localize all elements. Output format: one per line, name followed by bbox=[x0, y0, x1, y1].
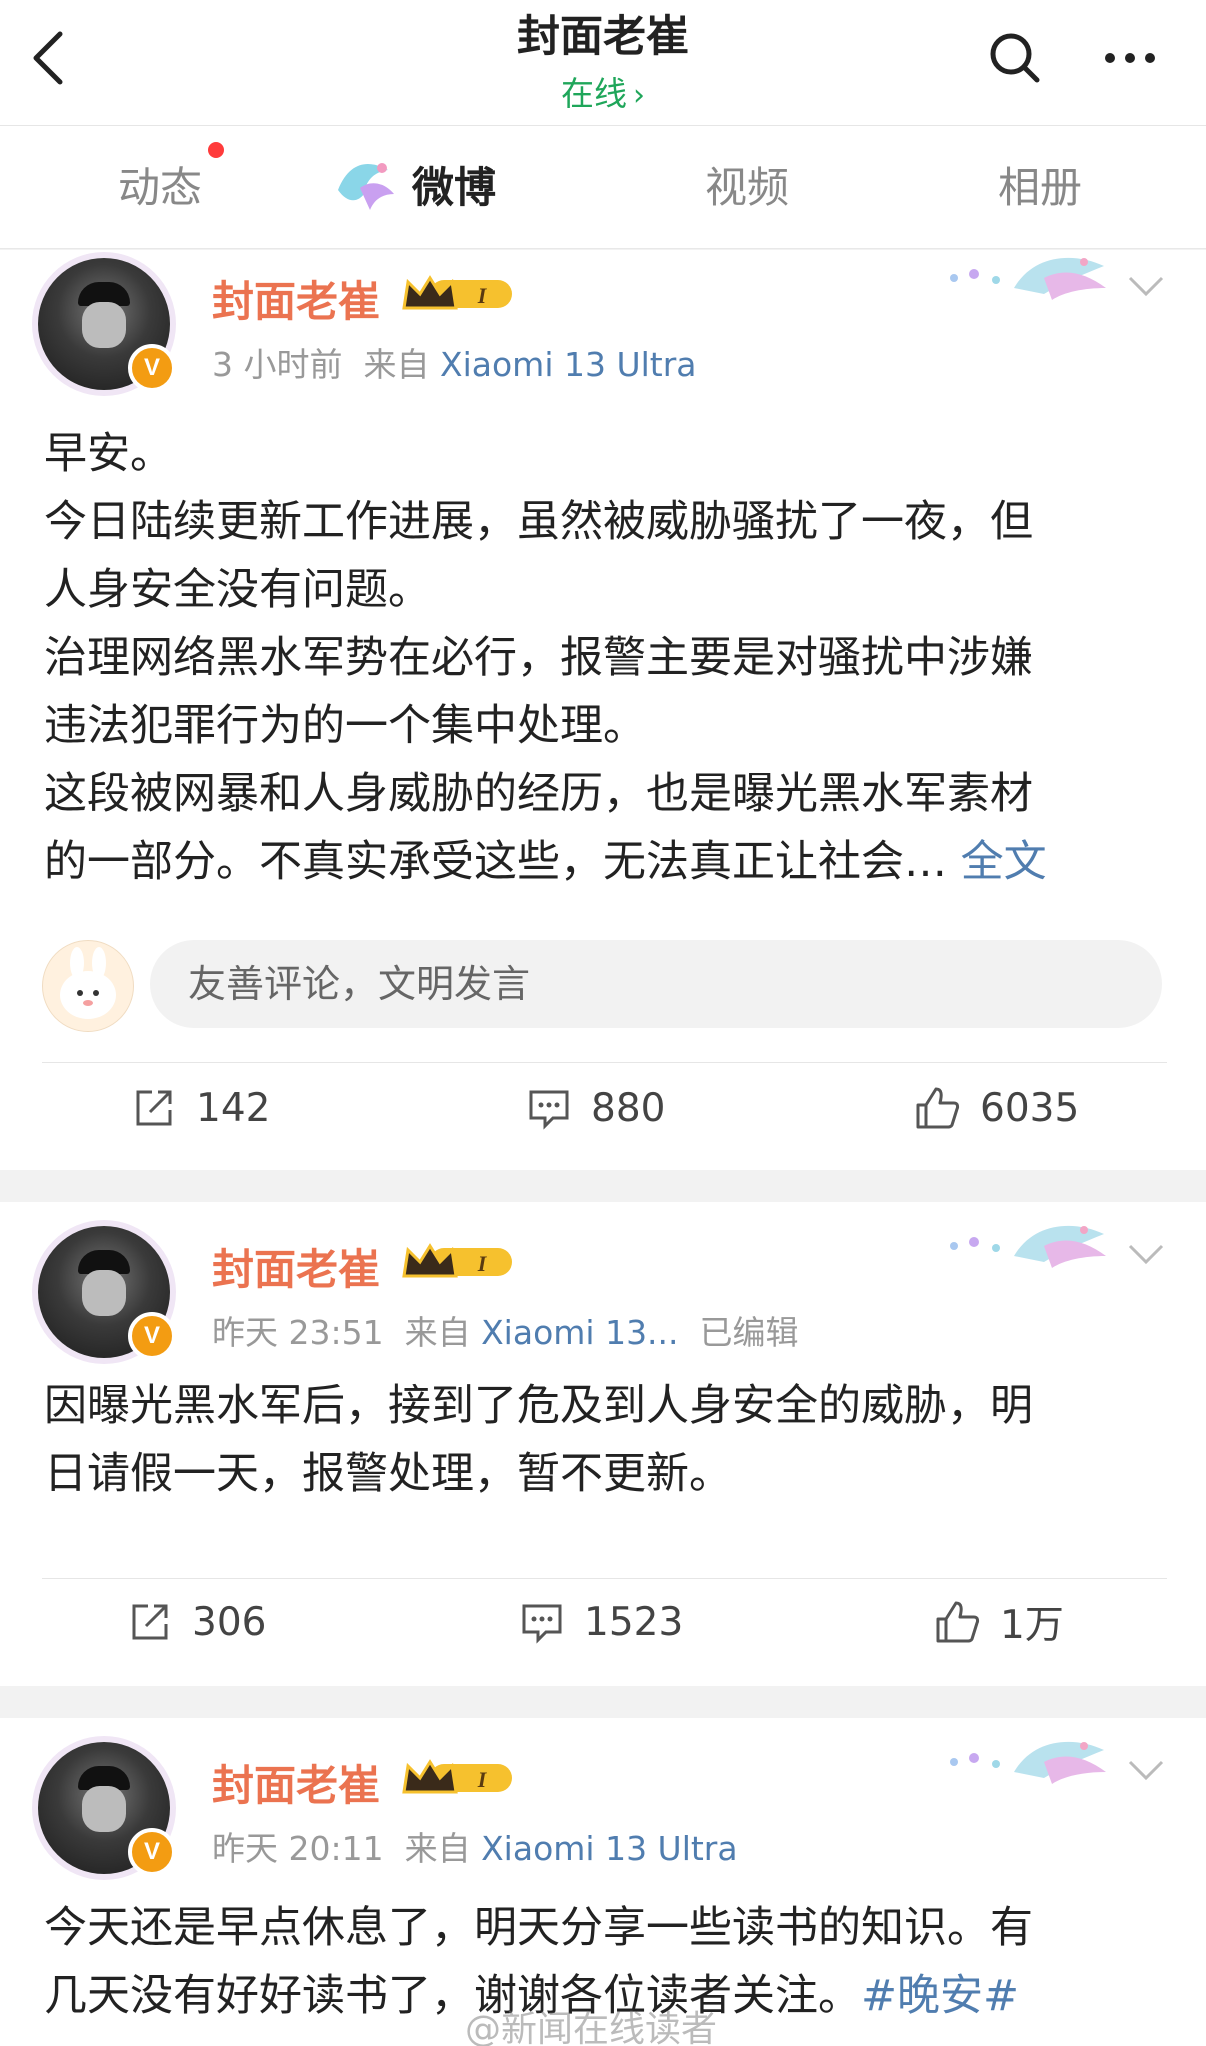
level-crown-badge-icon: I bbox=[402, 1243, 512, 1278]
watermark-text: @新闻在线读者 bbox=[465, 2009, 718, 2046]
source-prefix: 来自 bbox=[404, 1313, 471, 1352]
like-icon bbox=[916, 1087, 960, 1129]
repost-button[interactable]: 142 bbox=[132, 1080, 270, 1136]
post-text-line: 治理网络黑水军势在必行，报警主要是对骚扰中涉嫌 bbox=[44, 633, 1033, 683]
hashtag-link[interactable]: #晚安# bbox=[861, 1971, 1019, 2021]
like-count: 6035 bbox=[980, 1085, 1080, 1131]
source-prefix: 来自 bbox=[363, 345, 430, 384]
chevron-right-icon: › bbox=[633, 78, 645, 113]
post-text: 早安。 今日陆续更新工作进展，虽然被威胁骚扰了一夜，但 人身安全没有问题。 治理… bbox=[44, 420, 1169, 896]
post-source[interactable]: Xiaomi 13 Ultra bbox=[440, 345, 697, 384]
post-text-line: 早安。 bbox=[44, 429, 173, 479]
card-decoration-icon bbox=[950, 1225, 1106, 1268]
post-text-line: 几天没有好好读书了，谢谢各位读者关注。 bbox=[44, 1971, 861, 2021]
profile-tabs: 动态 微博 视频 相册 bbox=[0, 126, 1206, 249]
comment-count: 1523 bbox=[584, 1599, 684, 1645]
level-crown-badge-icon: I bbox=[402, 1759, 512, 1794]
comment-icon bbox=[522, 1604, 562, 1644]
post-time: 昨天 23:51 bbox=[212, 1313, 384, 1352]
tab-dynamic[interactable]: 动态 bbox=[118, 154, 202, 215]
post-time: 昨天 20:11 bbox=[212, 1829, 384, 1868]
post-card: V 封面老崔 I 昨天 23:51 来自 Xiaomi 13... 已编辑 因曝… bbox=[0, 1202, 1206, 1686]
level-crown-badge-icon: I bbox=[402, 275, 512, 310]
like-icon bbox=[936, 1601, 980, 1643]
repost-count: 306 bbox=[192, 1599, 267, 1645]
weibo-profile-page: 封面老崔 在线 › 动态 微博 视频 相册 V 封面老崔 I 3 小时前 来自 … bbox=[0, 0, 1206, 2046]
post-text-line: 违法犯罪行为的一个集中处理。 bbox=[44, 701, 646, 751]
like-count: 1万 bbox=[1000, 1603, 1064, 1648]
post-meta: 3 小时前 来自 Xiaomi 13 Ultra bbox=[212, 338, 697, 386]
level-label: I bbox=[477, 283, 488, 308]
chevron-down-icon[interactable] bbox=[1126, 1758, 1166, 1782]
tab-weibo[interactable]: 微博 bbox=[412, 154, 496, 215]
repost-icon bbox=[136, 1090, 172, 1126]
post-text-line: 这段被网暴和人身威胁的经历，也是曝光黑水军素材 bbox=[44, 769, 1033, 819]
search-icon[interactable] bbox=[985, 28, 1045, 88]
like-button[interactable]: 1万 bbox=[934, 1594, 1064, 1650]
post-card: V 封面老崔 I 3 小时前 来自 Xiaomi 13 Ultra 早安。 今日… bbox=[0, 250, 1206, 1170]
verified-badge-icon: V bbox=[128, 1312, 176, 1360]
top-bar: 封面老崔 在线 › bbox=[0, 0, 1206, 126]
post-text-line: 日请假一天，报警处理，暂不更新。 bbox=[44, 1449, 732, 1499]
chevron-down-icon[interactable] bbox=[1126, 274, 1166, 298]
online-status-label: 在线 bbox=[561, 74, 627, 113]
level-label: I bbox=[477, 1251, 488, 1276]
card-decoration-icon bbox=[950, 1741, 1106, 1784]
tab-video[interactable]: 视频 bbox=[705, 154, 789, 215]
comment-count: 880 bbox=[591, 1085, 666, 1131]
more-icon[interactable] bbox=[1100, 28, 1160, 88]
comment-input[interactable]: 友善评论，文明发言 bbox=[150, 940, 1162, 1028]
post-source[interactable]: Xiaomi 13... bbox=[481, 1313, 678, 1352]
post-text-line: 今日陆续更新工作进展，虽然被威胁骚扰了一夜，但 bbox=[44, 497, 1033, 547]
level-label: I bbox=[477, 1767, 488, 1792]
verified-badge-icon: V bbox=[128, 1828, 176, 1876]
post-text-line: 人身安全没有问题。 bbox=[44, 565, 431, 615]
divider bbox=[42, 1062, 1167, 1063]
post-author[interactable]: 封面老崔 bbox=[212, 1236, 380, 1297]
repost-count: 142 bbox=[196, 1085, 271, 1131]
post-text-line: 的一部分。不真实承受这些，无法真正让社会… bbox=[44, 837, 947, 887]
post-card: V 封面老崔 I 昨天 20:11 来自 Xiaomi 13 Ultra 今天还… bbox=[0, 1718, 1206, 2046]
source-prefix: 来自 bbox=[404, 1829, 471, 1868]
post-author[interactable]: 封面老崔 bbox=[212, 1752, 380, 1813]
divider bbox=[42, 1578, 1167, 1579]
post-text: 因曝光黑水军后，接到了危及到人身安全的威胁，明 日请假一天，报警处理，暂不更新。 bbox=[44, 1372, 1169, 1508]
edited-label: 已编辑 bbox=[699, 1313, 799, 1352]
post-text-line: 今天还是早点休息了，明天分享一些读书的知识。有 bbox=[44, 1903, 1033, 1953]
repost-button[interactable]: 306 bbox=[128, 1594, 266, 1650]
chevron-down-icon[interactable] bbox=[1126, 1242, 1166, 1266]
red-dot-badge bbox=[208, 142, 224, 158]
post-author[interactable]: 封面老崔 bbox=[212, 268, 380, 329]
comment-button[interactable]: 880 bbox=[527, 1080, 665, 1136]
tab-album[interactable]: 相册 bbox=[998, 154, 1082, 215]
card-decoration-icon bbox=[950, 257, 1106, 300]
post-source[interactable]: Xiaomi 13 Ultra bbox=[481, 1829, 738, 1868]
comment-icon bbox=[529, 1090, 569, 1130]
weibo-bird-icon bbox=[338, 163, 394, 210]
post-meta: 昨天 23:51 来自 Xiaomi 13... 已编辑 bbox=[212, 1306, 799, 1354]
post-meta: 昨天 20:11 来自 Xiaomi 13 Ultra bbox=[212, 1822, 738, 1870]
verified-badge-icon: V bbox=[128, 344, 176, 392]
post-text-line: 因曝光黑水军后，接到了危及到人身安全的威胁，明 bbox=[44, 1381, 1033, 1431]
repost-icon bbox=[132, 1604, 168, 1640]
like-button[interactable]: 6035 bbox=[914, 1080, 1079, 1136]
comment-button[interactable]: 1523 bbox=[520, 1594, 683, 1650]
expand-full-text-link[interactable]: 全文 bbox=[961, 837, 1047, 887]
post-time: 3 小时前 bbox=[212, 345, 343, 384]
user-avatar bbox=[42, 940, 134, 1032]
